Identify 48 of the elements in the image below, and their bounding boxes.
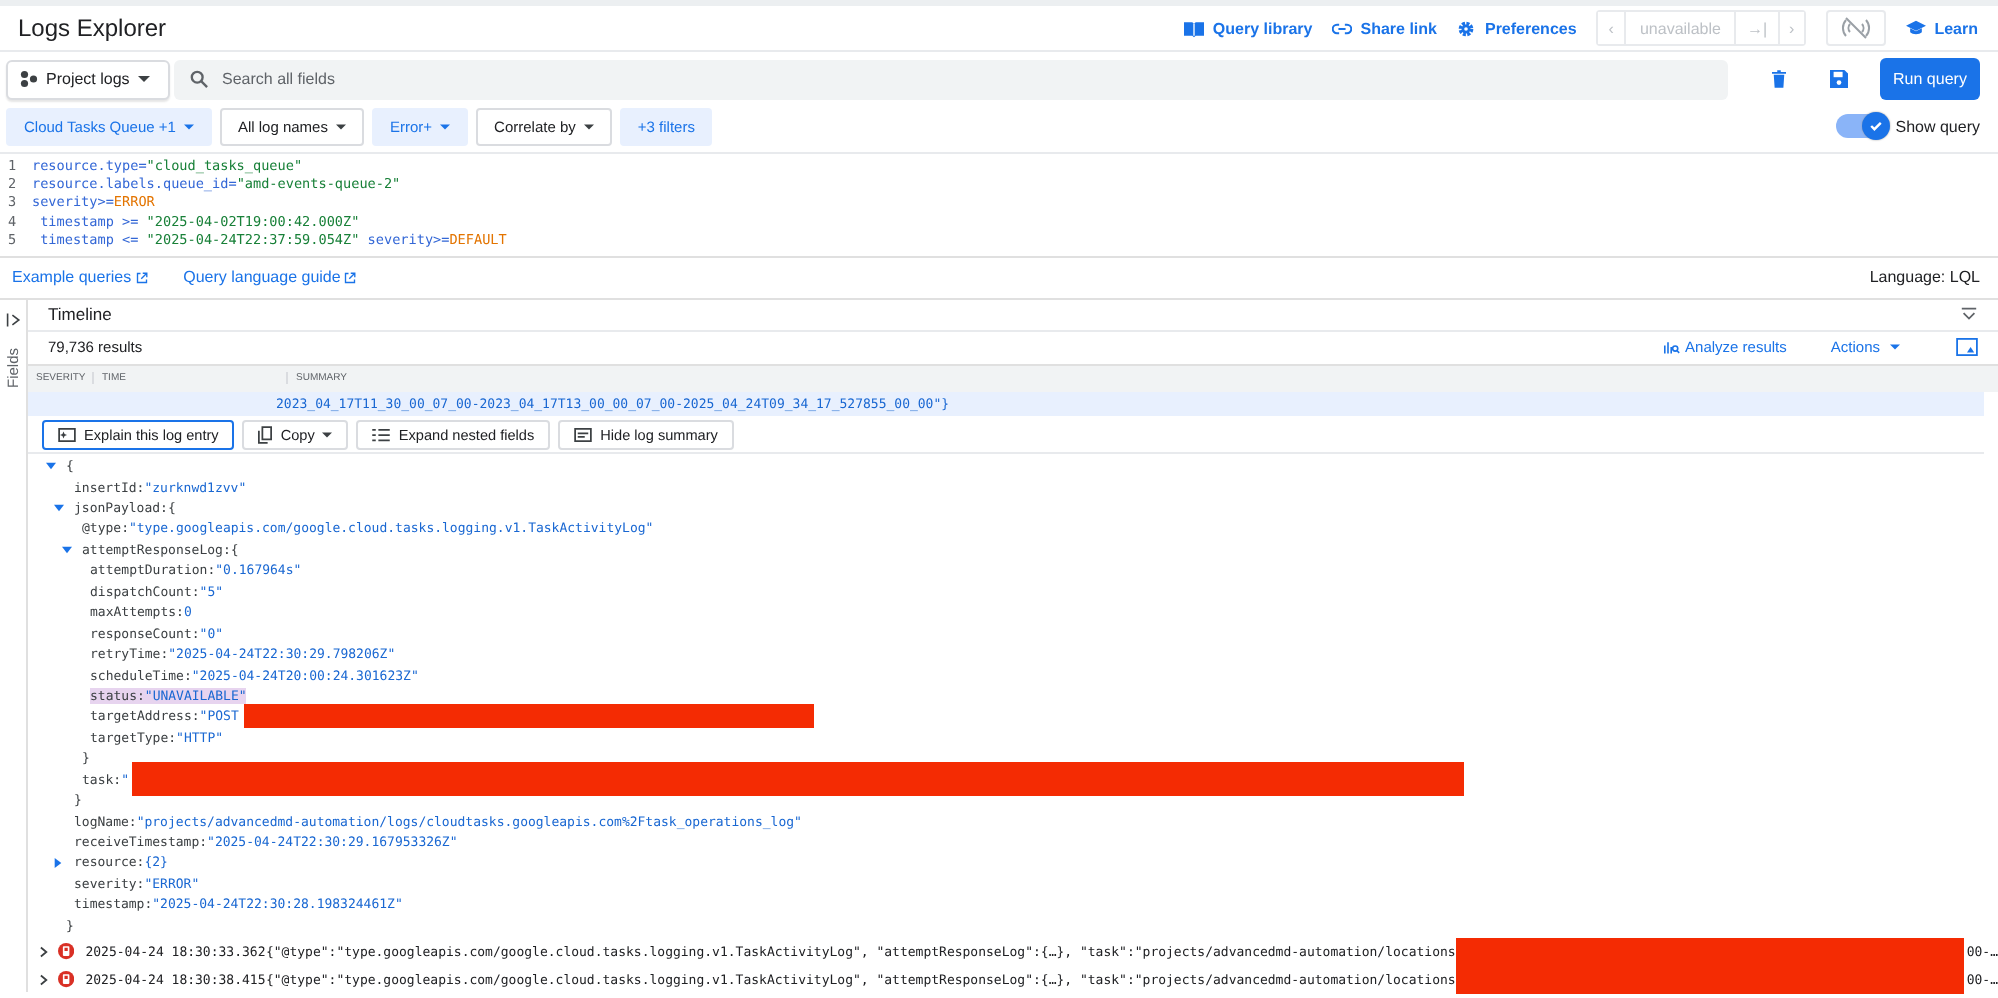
collapsed-caret-icon[interactable] (54, 857, 62, 868)
image-icon[interactable] (1956, 338, 1978, 357)
external-link-icon (135, 271, 148, 284)
expanded-caret-icon[interactable] (46, 462, 56, 471)
header-link[interactable]: Preferences (1456, 19, 1577, 37)
collapse-icon[interactable] (1960, 305, 1978, 324)
page-title: Logs Explorer (18, 14, 167, 42)
crossed-signal-icon (1840, 16, 1873, 40)
learn-link[interactable]: Learn (1906, 19, 1978, 37)
summary-icon (574, 427, 593, 442)
caret-icon (335, 123, 346, 129)
run-query-button[interactable]: Run query (1880, 58, 1980, 100)
expanded-caret-icon[interactable] (54, 504, 64, 513)
caret-icon (183, 123, 194, 129)
book-icon (1184, 19, 1205, 37)
expanded-caret-icon[interactable] (62, 545, 72, 554)
help-link[interactable]: Example queries (12, 268, 148, 287)
timeline-title: Timeline (48, 304, 112, 325)
sparkle-card-icon (58, 427, 76, 442)
caret-icon (322, 431, 333, 438)
show-query-label: Show query (1895, 117, 1980, 135)
chart-search-icon (1663, 340, 1680, 355)
show-query-toggle[interactable] (1835, 114, 1888, 138)
expand-row-icon[interactable] (40, 945, 48, 958)
link-icon (1332, 19, 1353, 37)
stream-button[interactable] (1826, 10, 1887, 46)
expand-panel-icon[interactable] (5, 311, 21, 328)
caret-icon (583, 123, 594, 129)
help-link[interactable]: Query language guide (183, 268, 357, 287)
delete-icon[interactable] (1772, 70, 1786, 88)
save-icon[interactable] (1830, 70, 1848, 88)
header-link[interactable]: Share link (1332, 19, 1437, 37)
copy-icon (258, 425, 273, 444)
expand-row-icon[interactable] (40, 973, 48, 986)
list-icon (372, 427, 391, 442)
language-label: Language: LQL (1869, 268, 1980, 287)
header-link[interactable]: Query library (1184, 19, 1313, 37)
caret-icon (1890, 344, 1900, 351)
caret-icon (440, 123, 451, 129)
search-icon (190, 70, 208, 88)
external-link-icon (344, 271, 357, 284)
graduation-cap-icon (1906, 19, 1927, 37)
check-icon (1867, 118, 1884, 134)
scope-dropdown[interactable]: Project logs (6, 59, 170, 99)
search-field[interactable]: Search all fields (174, 59, 1728, 99)
hierarchy-icon (20, 70, 38, 88)
gear-icon (1456, 19, 1477, 37)
caret-icon (137, 76, 150, 82)
